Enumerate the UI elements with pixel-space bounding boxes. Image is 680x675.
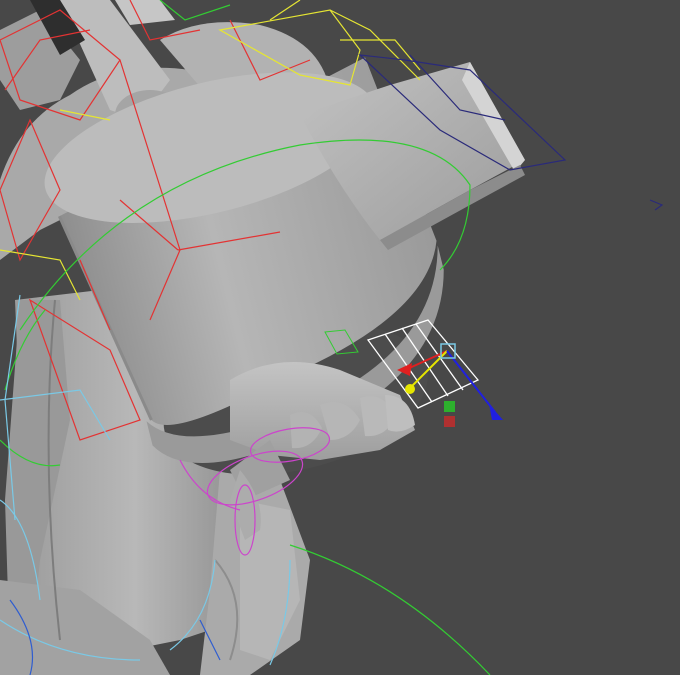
y-axis-handle bbox=[405, 384, 415, 394]
plane-handle-green bbox=[444, 401, 455, 412]
plane-handle-red bbox=[444, 416, 455, 427]
green-control-curve-lower bbox=[289, 544, 491, 675]
viewport-scene bbox=[0, 0, 664, 675]
3d-viewport[interactable] bbox=[0, 0, 680, 675]
